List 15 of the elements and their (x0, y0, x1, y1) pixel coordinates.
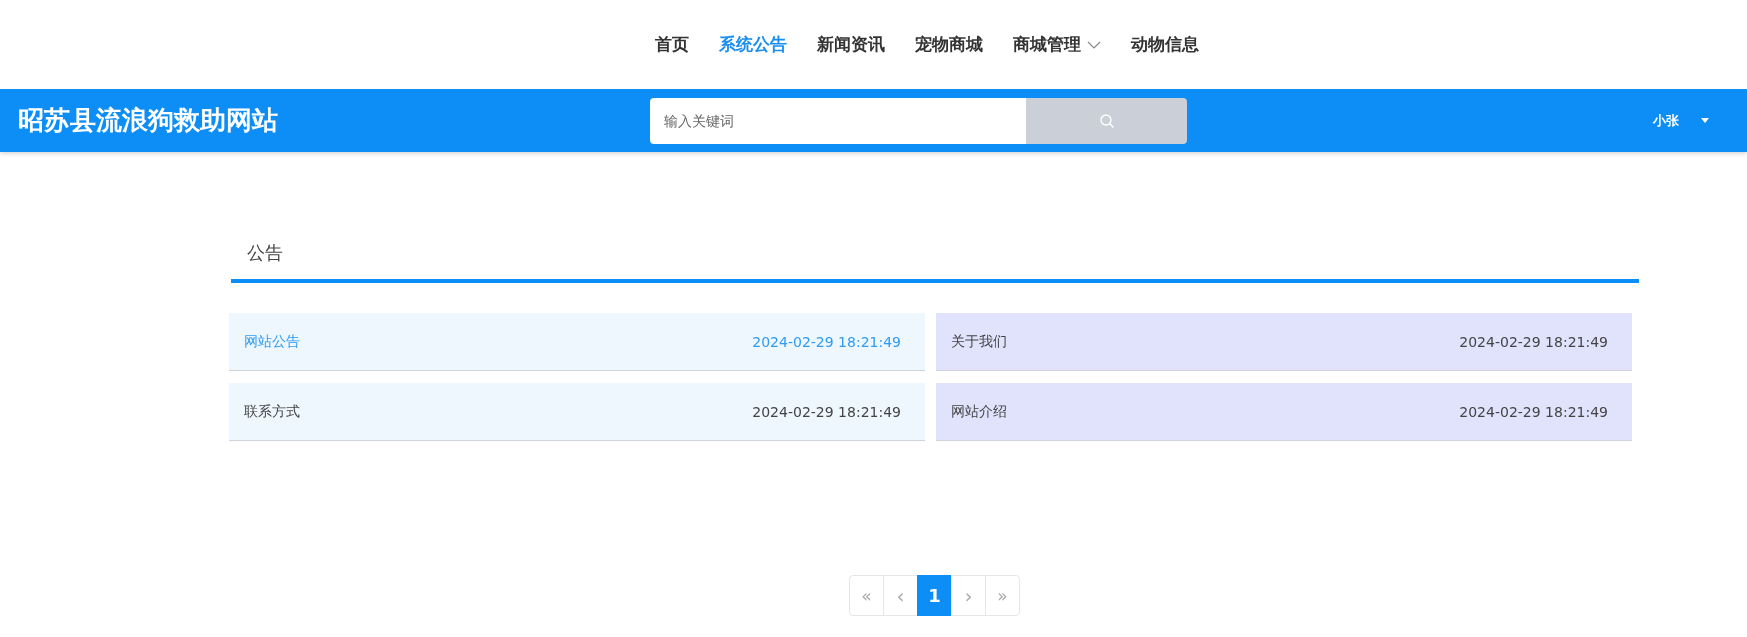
nav-link[interactable]: 动物信息 (1131, 33, 1199, 56)
nav-link[interactable]: 商城管理 (1013, 33, 1101, 56)
site-title: 昭苏县流浪狗救助网站 (18, 104, 279, 137)
nav-link[interactable]: 首页 (655, 33, 689, 56)
notice-item[interactable]: 联系方式 2024-02-29 18:21:49 (229, 383, 925, 441)
notice-item[interactable]: 网站介绍 2024-02-29 18:21:49 (936, 383, 1632, 441)
search-icon (1098, 112, 1115, 129)
notice-item[interactable]: 关于我们 2024-02-29 18:21:49 (936, 313, 1632, 371)
section-title: 公告 (247, 241, 284, 265)
chevron-down-icon (1087, 40, 1101, 49)
nav-link[interactable]: 宠物商城 (915, 33, 983, 56)
search-field[interactable]: 输入关键词 (650, 97, 1026, 144)
nav-link[interactable]: 新闻资讯 (817, 33, 885, 56)
search-button[interactable] (1026, 97, 1187, 144)
caret-icon (1701, 118, 1709, 123)
